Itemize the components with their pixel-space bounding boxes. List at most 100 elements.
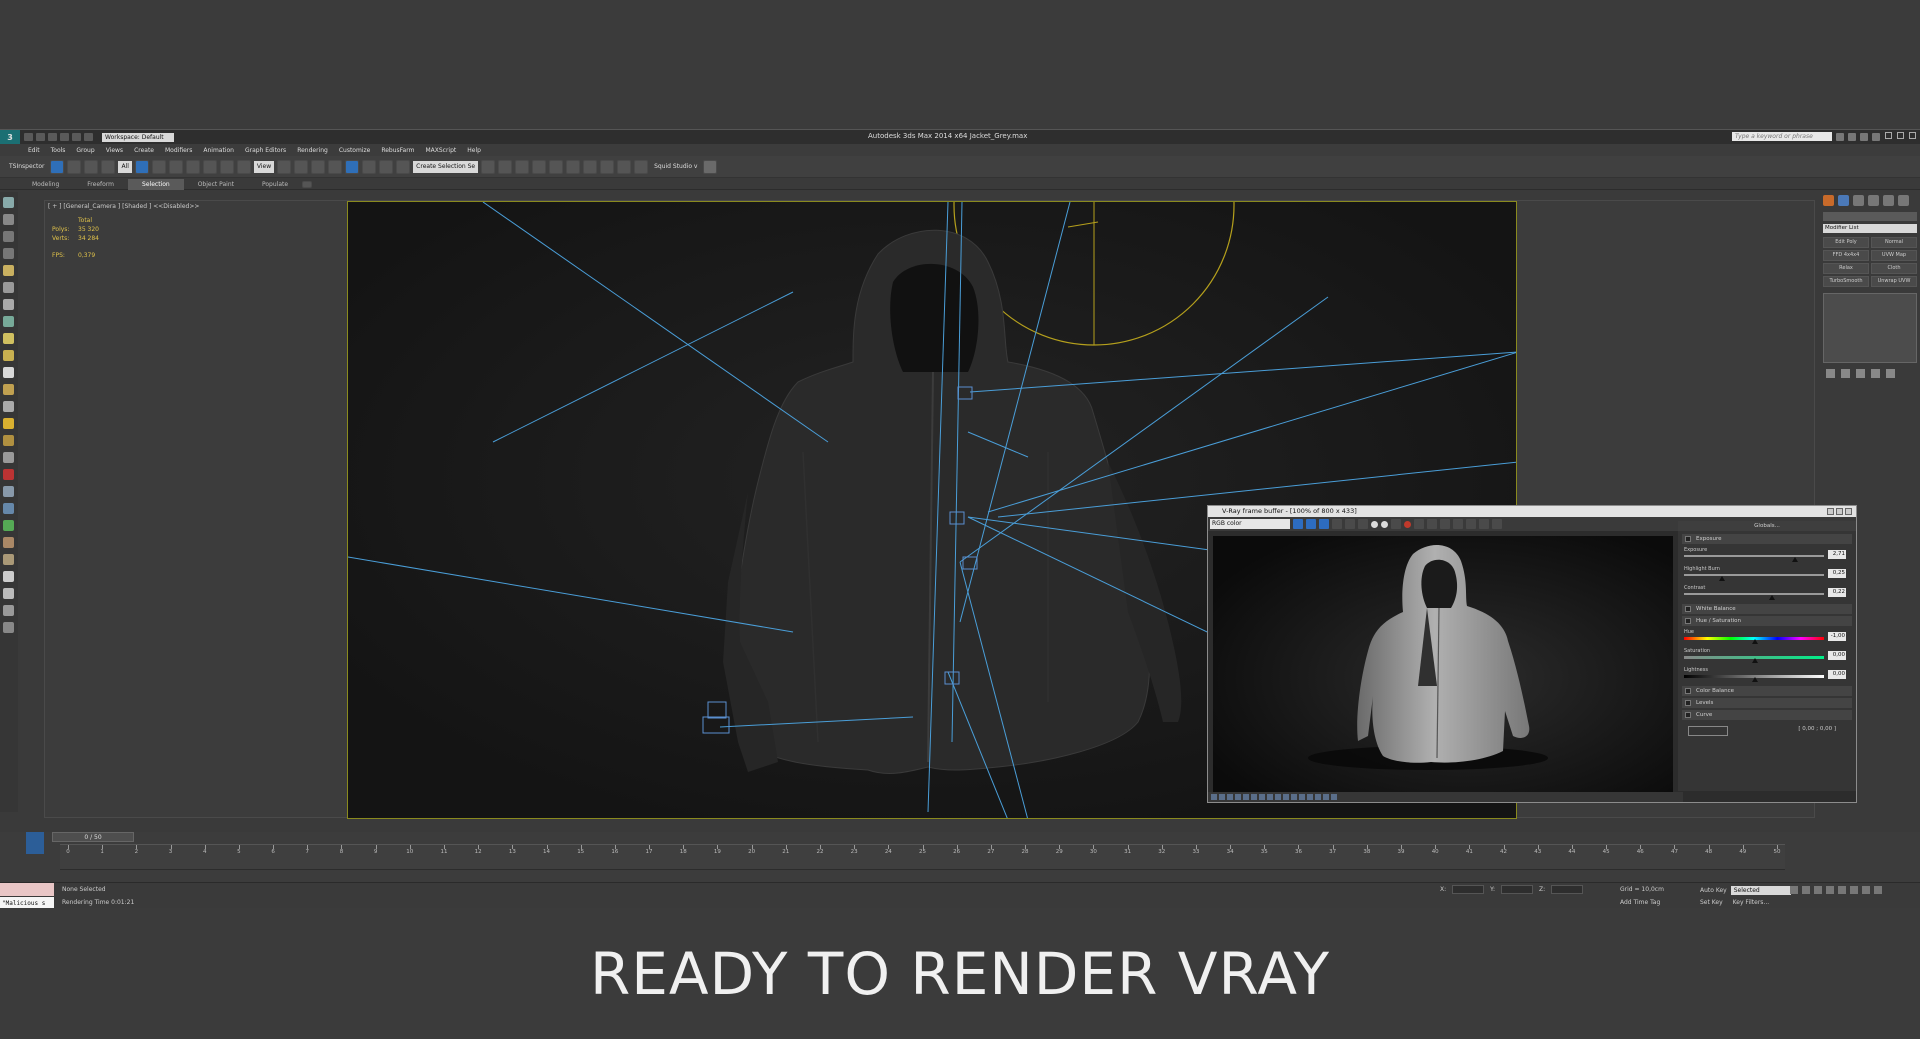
maxscript-listener-input[interactable]: "Malicious s <box>0 897 54 908</box>
selection-filter-dropdown[interactable]: All <box>118 160 132 173</box>
x-coordinate-field[interactable] <box>1452 885 1485 894</box>
exposure-knob[interactable] <box>1792 557 1798 562</box>
maxscript-listener-output[interactable] <box>0 883 54 896</box>
tab-object-paint[interactable]: Object Paint <box>184 179 248 190</box>
vfb-status-icon[interactable] <box>1243 794 1249 800</box>
ts-icon[interactable] <box>50 159 65 174</box>
menu-customize[interactable]: Customize <box>339 147 371 154</box>
time-slider[interactable]: 0 / 50 <box>52 832 134 842</box>
link-icon[interactable] <box>67 159 82 174</box>
light-bulb-icon[interactable] <box>3 265 14 276</box>
menu-edit[interactable]: Edit <box>28 147 40 154</box>
box-icon[interactable] <box>3 214 14 225</box>
orbit-icon[interactable] <box>1874 886 1882 894</box>
vfb-status-icon[interactable] <box>1227 794 1233 800</box>
menu-graph-editors[interactable]: Graph Editors <box>245 147 286 154</box>
unlink-icon[interactable] <box>84 159 99 174</box>
curve-section[interactable]: Curve <box>1682 710 1852 720</box>
vfb-status-icon[interactable] <box>1323 794 1329 800</box>
clear-image-icon[interactable] <box>1381 520 1388 528</box>
contrast-value-field[interactable]: 0,22 <box>1828 588 1846 597</box>
menu-rendering[interactable]: Rendering <box>297 147 328 154</box>
exposure-checkbox[interactable] <box>1685 536 1691 542</box>
percent-snap-icon[interactable] <box>362 159 377 174</box>
menu-animation[interactable]: Animation <box>203 147 234 154</box>
vfb-maximize-button[interactable] <box>1836 508 1843 515</box>
remove-modifier-icon[interactable] <box>1871 369 1880 378</box>
contrast-track[interactable] <box>1684 593 1824 595</box>
lightness-slider[interactable]: Lightness 0,00 <box>1684 667 1852 682</box>
leaf-icon[interactable] <box>3 520 14 531</box>
app-logo-icon[interactable]: 3 <box>0 130 20 144</box>
reference-coordinate-dropdown[interactable]: View <box>253 160 275 173</box>
new-file-icon[interactable] <box>24 133 33 141</box>
auto-key-button[interactable]: Auto Key <box>1700 887 1727 894</box>
binoculars-icon[interactable] <box>1836 132 1844 141</box>
make-unique-icon[interactable] <box>1856 369 1865 378</box>
script-icon[interactable] <box>3 605 14 616</box>
vfb-status-icon[interactable] <box>1291 794 1297 800</box>
vfb-status-icon[interactable] <box>1219 794 1225 800</box>
z-coordinate-field[interactable] <box>1551 885 1584 894</box>
utilities-tab-icon[interactable] <box>1898 195 1909 206</box>
white-balance-checkbox[interactable] <box>1685 606 1691 612</box>
stop-render-icon[interactable] <box>1404 520 1411 528</box>
modifier-button[interactable]: UVW Map <box>1871 250 1917 261</box>
vfb-status-icon[interactable] <box>1299 794 1305 800</box>
modifier-button[interactable]: Cloth <box>1871 263 1917 274</box>
vray-frame-buffer-window[interactable]: V-Ray frame buffer - [100% of 800 x 433]… <box>1207 505 1857 803</box>
modifier-list-dropdown[interactable]: Modifier List <box>1823 224 1917 233</box>
menu-group[interactable]: Group <box>76 147 94 154</box>
channel-dropdown[interactable]: RGB color <box>1210 519 1290 529</box>
saturation-slider[interactable]: Saturation 0,00 <box>1684 648 1852 663</box>
red-tool-icon[interactable] <box>3 469 14 480</box>
go-to-end-icon[interactable] <box>1838 886 1846 894</box>
exposure-track[interactable] <box>1684 555 1824 557</box>
vfb-minimize-button[interactable] <box>1827 508 1834 515</box>
lens-effects-icon[interactable] <box>1453 519 1463 529</box>
pin-stack-icon[interactable] <box>1826 369 1835 378</box>
schematic-view-icon[interactable] <box>566 159 581 174</box>
rendered-frame-window-icon[interactable] <box>617 159 632 174</box>
globals-button[interactable]: Globals... <box>1678 521 1856 531</box>
zoom-extents-icon[interactable] <box>1850 886 1858 894</box>
modifier-button[interactable]: TurboSmooth <box>1823 276 1869 287</box>
highlight-burn-value-field[interactable]: 0,25 <box>1828 569 1846 578</box>
previous-frame-icon[interactable] <box>1802 886 1810 894</box>
vfb-status-icon[interactable] <box>1307 794 1313 800</box>
render-production-icon[interactable] <box>634 159 649 174</box>
bind-spacewarp-icon[interactable] <box>101 159 116 174</box>
rotate-icon[interactable] <box>219 159 234 174</box>
sphere-icon[interactable] <box>3 316 14 327</box>
next-frame-icon[interactable] <box>1826 886 1834 894</box>
hue-saturation-checkbox[interactable] <box>1685 618 1691 624</box>
layout-icon[interactable] <box>3 588 14 599</box>
exposure-slider[interactable]: Exposure 2,71 <box>1684 547 1852 562</box>
color-corrections-icon[interactable] <box>1479 519 1489 529</box>
highlight-burn-slider[interactable]: Highlight Burn 0,25 <box>1684 566 1852 581</box>
load-image-icon[interactable] <box>1371 520 1378 528</box>
teapot-icon[interactable] <box>3 197 14 208</box>
named-selection-dropdown[interactable]: Create Selection Se <box>413 160 479 173</box>
edit-named-selection-icon[interactable] <box>396 159 411 174</box>
contrast-knob[interactable] <box>1769 595 1775 600</box>
pixel-info-icon[interactable] <box>1492 519 1502 529</box>
list-icon[interactable] <box>3 231 14 242</box>
scale-icon[interactable] <box>236 159 251 174</box>
vfb-status-icon[interactable] <box>1235 794 1241 800</box>
play-icon[interactable] <box>1814 886 1822 894</box>
key-filters-button[interactable]: Key Filters... <box>1733 899 1770 906</box>
show-end-result-icon[interactable] <box>1841 369 1850 378</box>
redo-icon[interactable] <box>72 133 81 141</box>
material-editor-icon[interactable] <box>583 159 598 174</box>
highlight-burn-track[interactable] <box>1684 574 1824 576</box>
undo-icon[interactable] <box>60 133 69 141</box>
vfb-status-icon[interactable] <box>1259 794 1265 800</box>
curve-control-box[interactable] <box>1688 726 1728 736</box>
levels-section[interactable]: Levels <box>1682 698 1852 708</box>
modify-tab-icon[interactable] <box>1838 195 1849 206</box>
align-icon[interactable] <box>498 159 513 174</box>
globe-icon[interactable] <box>3 503 14 514</box>
hue-value-field[interactable]: -1,00 <box>1828 632 1846 641</box>
save-image-icon[interactable] <box>1358 519 1368 529</box>
